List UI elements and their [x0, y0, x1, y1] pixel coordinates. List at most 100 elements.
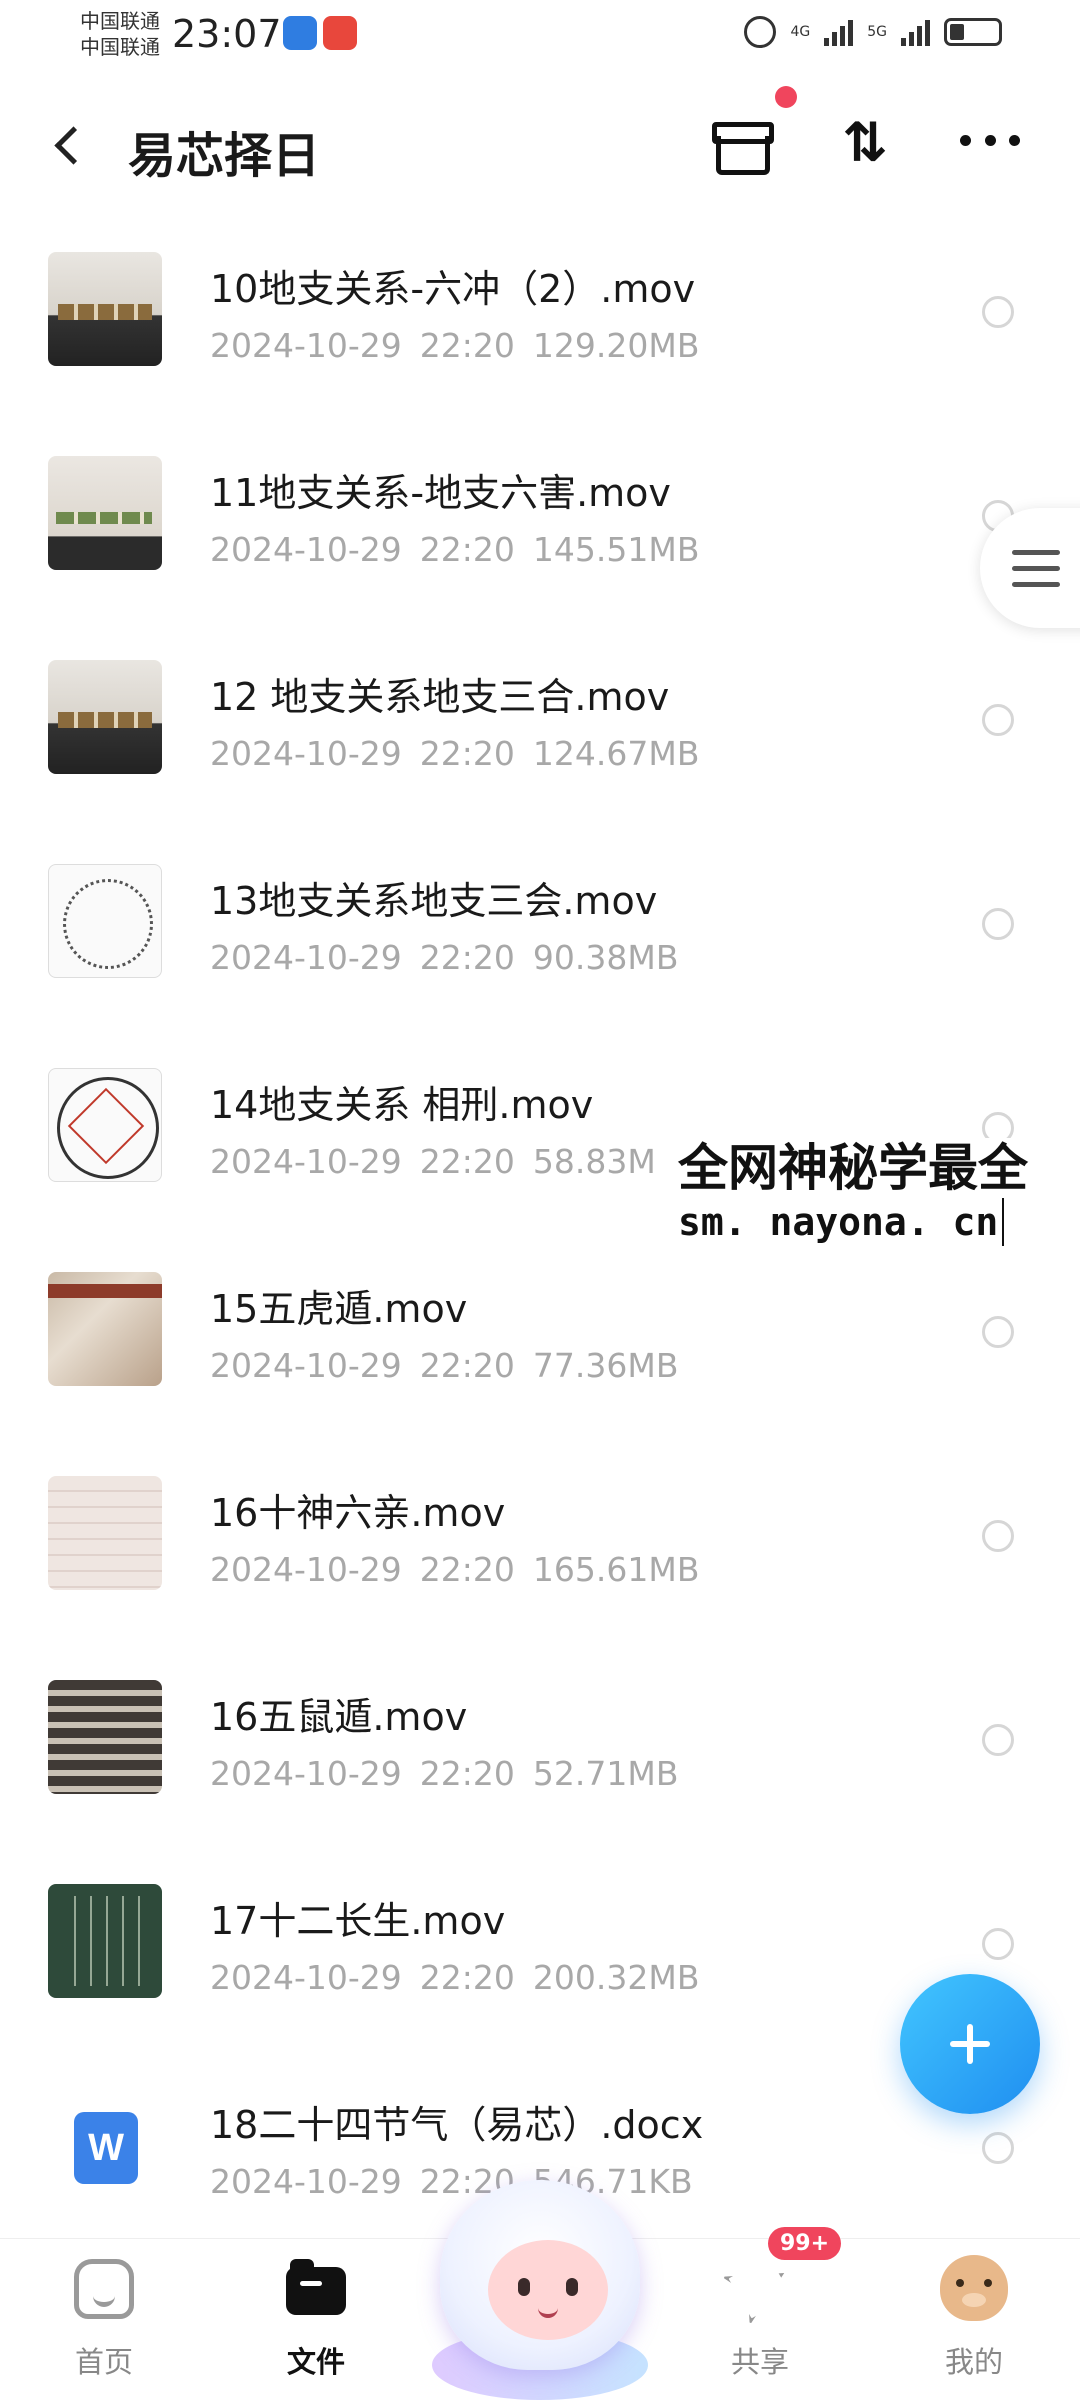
file-time: 22:20 [419, 1346, 515, 1385]
sort-icon[interactable]: ⇅ [835, 112, 895, 174]
file-time: 22:20 [419, 1958, 515, 1997]
carrier-1: 中国联通 [80, 9, 160, 33]
file-size: 165.61MB [532, 1550, 700, 1589]
file-name: 13地支关系地支三会.mov [210, 879, 658, 923]
nav-files-label: 文件 [286, 2345, 345, 2379]
file-time: 22:20 [419, 530, 515, 569]
file-row[interactable]: 11地支关系-地支六害.mov 2024-10-29 22:20 145.51MB [0, 424, 1080, 628]
file-time: 22:20 [419, 326, 515, 365]
file-time: 22:20 [419, 938, 515, 977]
back-button[interactable] [50, 118, 90, 170]
file-date: 2024-10-29 [210, 1142, 402, 1181]
word-icon: W [74, 2112, 138, 2184]
network-type-2: 5G [867, 24, 887, 40]
video-thumbnail [48, 1272, 162, 1386]
video-thumbnail [48, 252, 162, 366]
file-meta: 2024-10-29 22:20 52.71MB [210, 1754, 678, 1793]
avatar-icon [940, 2255, 1008, 2321]
folder-icon [286, 2259, 346, 2315]
file-name: 16十神六亲.mov [210, 1491, 506, 1535]
file-size: 58.83M [532, 1142, 656, 1181]
send-icon [722, 2249, 798, 2325]
watermark-overlay: 全网神秘学最全 sm. nayona. cn [672, 1138, 1034, 1252]
file-date: 2024-10-29 [210, 1346, 402, 1385]
select-checkbox[interactable] [982, 1520, 1014, 1552]
page-title: 易芯择日 [128, 128, 321, 184]
file-row[interactable]: 16十神六亲.mov 2024-10-29 22:20 165.61MB [0, 1444, 1080, 1648]
select-checkbox[interactable] [982, 2132, 1014, 2164]
select-checkbox[interactable] [982, 908, 1014, 940]
file-meta: 2024-10-29 22:20 165.61MB [210, 1550, 699, 1589]
file-name: 17十二长生.mov [210, 1899, 506, 1943]
select-checkbox[interactable] [982, 704, 1014, 736]
nav-me-label: 我的 [944, 2345, 1003, 2379]
select-checkbox[interactable] [982, 1724, 1014, 1756]
file-row[interactable]: 16五鼠遁.mov 2024-10-29 22:20 52.71MB [0, 1648, 1080, 1852]
nav-share-label: 共享 [730, 2345, 789, 2379]
select-checkbox[interactable] [982, 296, 1014, 328]
file-name: 16五鼠遁.mov [210, 1695, 468, 1739]
file-meta: 2024-10-29 22:20 90.38MB [210, 938, 678, 977]
file-size: 90.38MB [532, 938, 679, 977]
signal-icon [901, 18, 930, 46]
select-checkbox[interactable] [982, 1316, 1014, 1348]
file-date: 2024-10-29 [210, 2162, 402, 2201]
home-icon [74, 2259, 134, 2319]
select-checkbox[interactable] [982, 1928, 1014, 1960]
mascot-icon [440, 2180, 640, 2370]
nav-files[interactable]: 文件 [236, 2239, 396, 2400]
alarm-icon [744, 16, 777, 48]
status-indicators: 4G 5G [744, 16, 1002, 48]
app-notification-icon [283, 16, 317, 50]
file-date: 2024-10-29 [210, 1958, 402, 1997]
video-thumbnail [48, 1068, 162, 1182]
app-notification-icon [323, 16, 357, 50]
file-name: 18二十四节气（易芯）.docx [210, 2103, 704, 2147]
file-date: 2024-10-29 [210, 938, 402, 977]
file-date: 2024-10-29 [210, 1754, 402, 1793]
video-thumbnail [48, 456, 162, 570]
file-size: 124.67MB [532, 734, 700, 773]
carrier-info: 中国联通 中国联通 [80, 8, 160, 60]
share-badge: 99+ [768, 2227, 842, 2260]
file-meta: 2024-10-29 22:20 124.67MB [210, 734, 699, 773]
file-row[interactable]: 13地支关系地支三会.mov 2024-10-29 22:20 90.38MB [0, 832, 1080, 1036]
mascot-face [488, 2240, 608, 2340]
file-row[interactable]: 10地支关系-六冲（2）.mov 2024-10-29 22:20 129.20MB [0, 220, 1080, 424]
network-type-1: 4G [790, 24, 811, 40]
video-thumbnail [48, 1884, 162, 1998]
file-time: 22:20 [419, 1550, 515, 1589]
video-thumbnail [48, 1476, 162, 1590]
more-options-icon[interactable] [960, 130, 1020, 150]
file-time: 22:20 [419, 1754, 515, 1793]
assistant-mascot-button[interactable] [432, 2180, 648, 2400]
nav-share[interactable]: 99+ 共享 [680, 2227, 842, 2400]
signal-icon [824, 18, 854, 46]
nav-home-label: 首页 [74, 2345, 133, 2379]
file-date: 2024-10-29 [210, 326, 402, 365]
file-name: 12 地支关系地支三合.mov [210, 675, 670, 719]
add-button[interactable] [900, 1974, 1040, 2114]
file-date: 2024-10-29 [210, 734, 402, 773]
file-row[interactable]: 15五虎遁.mov 2024-10-29 22:20 77.36MB [0, 1240, 1080, 1444]
file-meta: 2024-10-29 22:20 200.32MB [210, 1958, 699, 1997]
watermark-url: sm. nayona. cn [678, 1198, 1005, 1246]
file-name: 15五虎遁.mov [210, 1287, 468, 1331]
carrier-2: 中国联通 [80, 35, 160, 59]
file-name: 14地支关系 相刑.mov [210, 1083, 594, 1127]
nav-home[interactable]: 首页 [24, 2239, 184, 2400]
file-meta: 2024-10-29 22:20 129.20MB [210, 326, 699, 365]
file-time: 22:20 [419, 1142, 515, 1181]
file-name: 10地支关系-六冲（2）.mov [210, 267, 696, 311]
word-document-icon: W [48, 2088, 162, 2202]
file-date: 2024-10-29 [210, 1550, 402, 1589]
file-time: 22:20 [419, 734, 515, 773]
status-bar: 中国联通 中国联通 23:07 4G 5G [0, 0, 1080, 70]
file-name: 11地支关系-地支六害.mov [210, 471, 671, 515]
video-thumbnail [48, 1680, 162, 1794]
status-clock: 23:07 [172, 12, 282, 56]
file-row[interactable]: 12 地支关系地支三合.mov 2024-10-29 22:20 124.67MB [0, 628, 1080, 832]
file-size: 145.51MB [532, 530, 700, 569]
transfer-list-icon[interactable] [710, 116, 774, 175]
nav-me[interactable]: 我的 [894, 2239, 1054, 2400]
